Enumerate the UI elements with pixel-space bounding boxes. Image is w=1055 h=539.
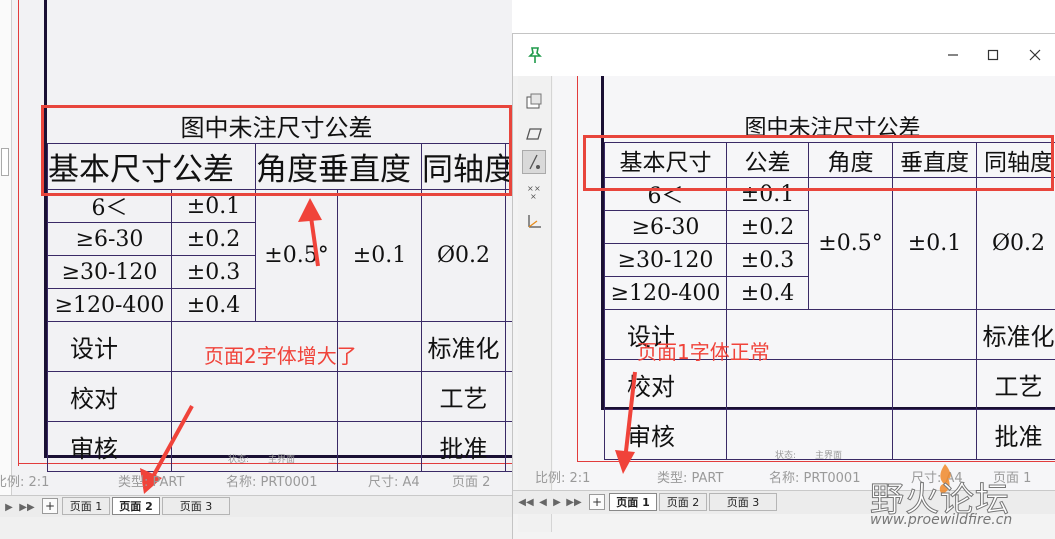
panel-handle[interactable] [1,148,9,176]
window-titlebar[interactable] [513,34,1055,76]
watermark-url: www.proewildfire.cn [870,512,1013,528]
tol-cell: ±0.4 [726,276,809,310]
first-page-icon[interactable]: ◀◀ [517,494,535,510]
perpendicularity-value: ±0.1 [892,177,977,310]
type-text: 类型: PART [657,471,724,486]
minimize-icon [948,54,958,56]
angle-value: ±0.5° [808,177,893,310]
size-text: 尺寸: A4 [368,475,420,490]
standardize-label: 标准化 [976,309,1055,360]
coordinate-system-icon[interactable] [522,210,546,234]
close-button[interactable] [1015,34,1055,76]
forum-watermark: 野火论坛 www.proewildfire.cn [868,462,1055,539]
coaxiality-value: Ø0.2 [420,189,507,322]
page-text: 页面 2 [452,475,491,490]
next-page-icon[interactable]: ▶ [551,494,563,510]
tab-page-1[interactable]: 页面 1 [62,497,110,515]
plane-tool-icon[interactable] [522,122,546,146]
tab-page-2[interactable]: 页面 2 [659,493,707,511]
page-tabs-bar: ▶ ▶▶ + 页面 1 页面 2 页面 3 [0,495,512,517]
coaxiality-value: Ø0.2 [976,177,1055,310]
left-drawing-window: 图中未注尺寸公差 基本尺寸公差 角度垂直度 同轴度 6＜ ±0.1 ±0.5° … [0,0,512,539]
screenshot: 图中未注尺寸公差 基本尺寸公差 角度垂直度 同轴度 6＜ ±0.1 ±0.5° … [0,0,1055,539]
approve-label: 批准 [976,409,1055,460]
size-cell: ≥30-120 [604,243,727,277]
pin-icon[interactable] [527,46,543,64]
process-label: 工艺 [976,359,1055,410]
last-page-icon[interactable]: ▶▶ [565,494,583,510]
add-page-button[interactable]: + [589,494,605,510]
maximize-icon [987,49,999,61]
highlight-box [583,135,1054,191]
highlight-box [41,105,512,196]
name-text: 名称: PRT0001 [769,471,861,486]
sheet-border-line [577,76,578,462]
arrow-down-line [623,371,637,461]
axis-tool-icon[interactable] [522,150,546,174]
last-page-icon[interactable]: ▶▶ [18,499,36,515]
tab-page-2[interactable]: 页面 2 [112,497,160,515]
maximize-button[interactable] [973,34,1013,76]
standardize-label: 标准化 [420,321,507,372]
view-tool-icon[interactable] [522,90,546,114]
add-page-button[interactable]: + [42,498,58,514]
next-page-icon[interactable]: ▶ [4,499,14,515]
prev-page-icon[interactable]: ◀ [537,494,549,510]
name-text: 名称: PRT0001 [226,475,318,490]
status-bar: 状态: 主界面 比例: 2:1 类型: PART 名称: PRT0001 尺寸:… [0,455,512,490]
scale-text: 比例: 2:1 [535,471,591,486]
size-cell: ≥120-400 [604,276,727,310]
scale-text: 比例: 2:1 [0,475,50,490]
process-label: 工艺 [420,371,507,422]
tab-page-3[interactable]: 页面 3 [709,493,777,511]
sheet-border-line [18,0,19,466]
approve-label: 批准 [420,421,507,472]
tab-page-1[interactable]: 页面 1 [609,493,657,511]
perpendicularity-value: ±0.1 [337,189,422,322]
annotation-text: 页面1字体正常 [637,340,770,364]
close-icon [1029,49,1041,61]
tol-cell: ±0.3 [726,243,809,277]
tol-cell: ±0.2 [726,210,809,244]
tab-page-3[interactable]: 页面 3 [162,497,230,515]
arrow-up-head [298,198,322,222]
minimize-button[interactable] [933,34,973,76]
type-text: 类型: PART [118,475,185,490]
points-tool-icon[interactable]: × × × [522,180,546,204]
svg-text:×: × [530,192,537,201]
size-cell: ≥6-30 [604,210,727,244]
left-edge-panel [0,0,12,495]
